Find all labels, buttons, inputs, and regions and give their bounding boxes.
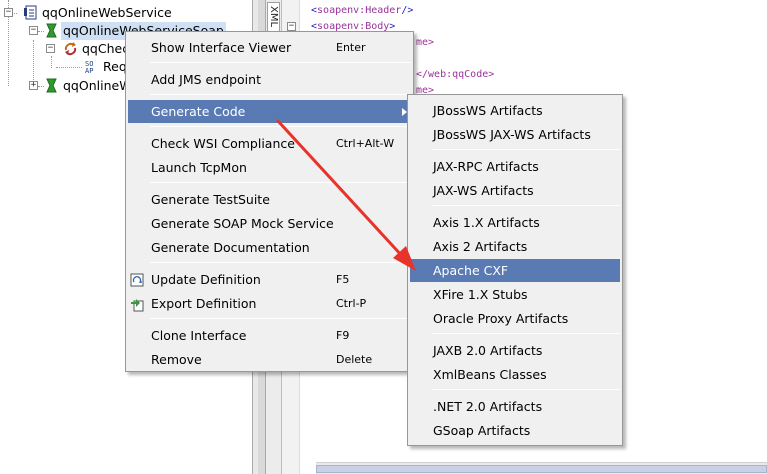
submenu-item-axis-2-artifacts[interactable]: Axis 2 Artifacts xyxy=(410,235,620,258)
xml-line: me> xyxy=(416,37,435,48)
menu-separator xyxy=(432,333,620,334)
menu-item-add-jms-endpoint[interactable]: Add JMS endpoint xyxy=(128,68,411,91)
menu-separator xyxy=(432,205,620,206)
submenu-item-jaxb-20-artifacts[interactable]: JAXB 2.0 Artifacts xyxy=(410,339,620,362)
menu-separator xyxy=(150,262,411,263)
refresh-icon xyxy=(130,272,145,287)
submenu-item-axis-1x-artifacts[interactable]: Axis 1.X Artifacts xyxy=(410,211,620,234)
soap-interface-icon xyxy=(44,23,59,38)
menu-item-clone-interface[interactable]: Clone Interface F9 xyxy=(128,324,411,347)
generate-code-submenu: JBossWS Artifacts JBossWS JAX-WS Artifac… xyxy=(407,94,623,446)
menu-item-export-definition[interactable]: Export Definition Ctrl-P xyxy=(128,292,411,315)
collapse-toggle-icon[interactable]: − xyxy=(29,26,38,35)
xml-line: <soapenv:Header/> xyxy=(311,5,414,16)
menu-item-generate-testsuite[interactable]: Generate TestSuite xyxy=(128,188,411,211)
tree-item-service[interactable]: − qqOnlineWebService xyxy=(0,4,250,22)
export-icon xyxy=(130,296,145,312)
collapse-toggle-icon[interactable]: − xyxy=(46,44,55,53)
context-menu: Show Interface Viewer Enter Add JMS endp… xyxy=(125,31,414,372)
menu-item-generate-documentation[interactable]: Generate Documentation xyxy=(128,236,411,259)
menu-item-update-definition[interactable]: Update Definition F5 xyxy=(128,268,411,291)
expand-toggle-icon[interactable]: + xyxy=(29,81,38,90)
menu-separator xyxy=(150,62,411,63)
fold-toggle-icon[interactable]: − xyxy=(287,22,296,31)
soap-request-icon: SO AP xyxy=(84,59,99,75)
menu-item-check-wsi-compliance[interactable]: Check WSI Compliance Ctrl+Alt-W xyxy=(128,132,411,155)
submenu-item-xmlbeans-classes[interactable]: XmlBeans Classes xyxy=(410,363,620,386)
svg-text:AP: AP xyxy=(85,67,93,74)
submenu-item-jbossws-artifacts[interactable]: JBossWS Artifacts xyxy=(410,99,620,122)
submenu-item-jax-ws-artifacts[interactable]: JAX-WS Artifacts xyxy=(410,179,620,202)
menu-separator xyxy=(150,126,411,127)
wsdl-document-icon xyxy=(23,5,38,20)
soap-interface-icon xyxy=(44,78,59,93)
menu-separator xyxy=(150,94,411,95)
submenu-item-jax-rpc-artifacts[interactable]: JAX-RPC Artifacts xyxy=(410,155,620,178)
xml-line: </web:qqCode> xyxy=(416,69,495,80)
collapse-toggle-icon[interactable]: − xyxy=(4,8,13,17)
menu-item-launch-tcpmon[interactable]: Launch TcpMon xyxy=(128,156,411,179)
submenu-item-apache-cxf[interactable]: Apache CXF xyxy=(410,259,620,282)
operation-icon xyxy=(63,41,78,56)
menu-item-generate-code[interactable]: Generate Code xyxy=(128,100,411,123)
scrollbar-thumb[interactable] xyxy=(316,465,767,473)
submenu-item-jbossws-jax-ws-artifacts[interactable]: JBossWS JAX-WS Artifacts xyxy=(410,123,620,146)
horizontal-scrollbar[interactable] xyxy=(316,462,767,474)
menu-item-generate-soap-mock-service[interactable]: Generate SOAP Mock Service xyxy=(128,212,411,235)
menu-item-show-interface-viewer[interactable]: Show Interface Viewer Enter xyxy=(128,36,411,59)
submenu-item-oracle-proxy-artifacts[interactable]: Oracle Proxy Artifacts xyxy=(410,307,620,330)
tree-item-label: qqOnlineWebService xyxy=(42,5,172,20)
submenu-item-gsoap-artifacts[interactable]: GSoap Artifacts xyxy=(410,419,620,442)
submenu-item-net-20-artifacts[interactable]: .NET 2.0 Artifacts xyxy=(410,395,620,418)
tree-item-label: qqChec xyxy=(82,41,130,56)
menu-separator xyxy=(432,389,620,390)
xml-tab-label: XML xyxy=(268,6,279,28)
menu-separator xyxy=(150,182,411,183)
menu-separator xyxy=(432,149,620,150)
menu-separator xyxy=(150,318,411,319)
menu-item-remove[interactable]: Remove Delete xyxy=(128,348,411,371)
submenu-item-xfire-1x-stubs[interactable]: XFire 1.X Stubs xyxy=(410,283,620,306)
